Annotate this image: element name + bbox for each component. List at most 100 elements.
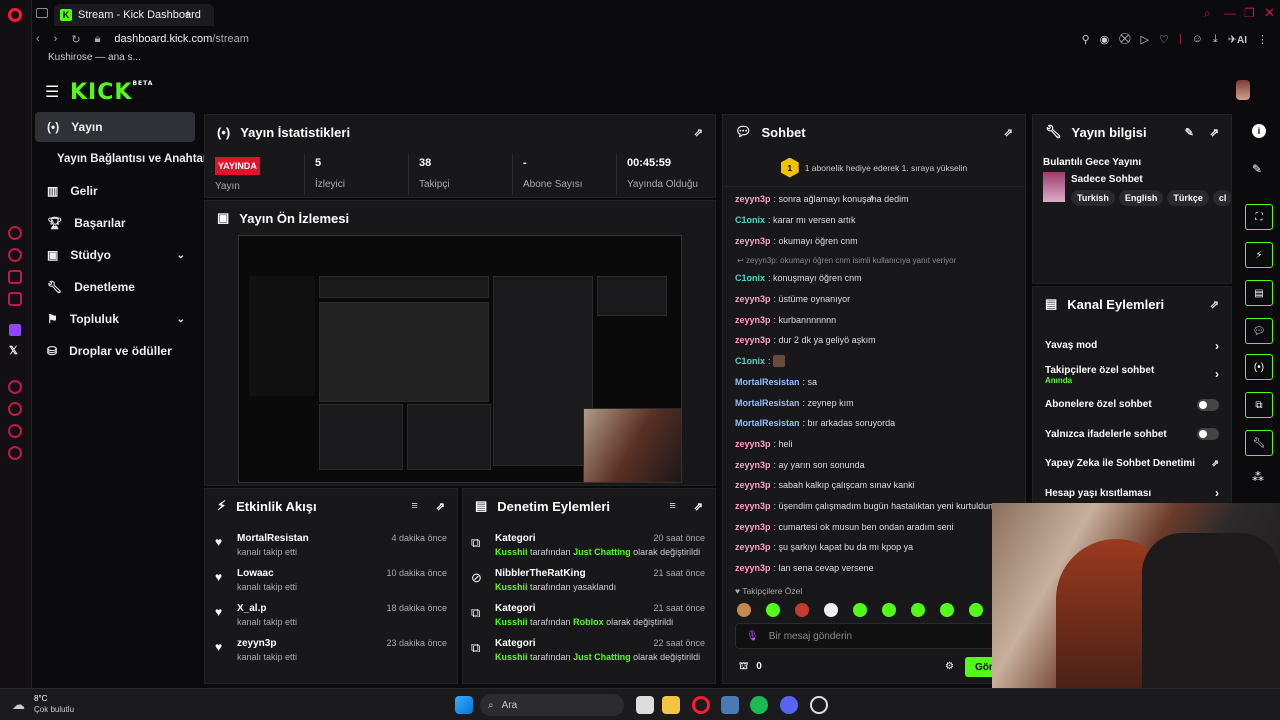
chat-username[interactable]: zeyyn3p <box>735 542 771 552</box>
download-icon[interactable]: ⤓ <box>1213 33 1218 46</box>
sidebar-app-icon[interactable] <box>8 226 22 240</box>
emote-icon[interactable] <box>766 603 780 617</box>
ai-moderation-row[interactable]: Yapay Zeka ile Sohbet Denetimi ⇗ <box>1033 449 1231 479</box>
filter-icon[interactable]: ≡ <box>411 500 417 512</box>
emote-icon[interactable] <box>969 603 983 617</box>
back-icon[interactable]: ‹ <box>36 33 40 45</box>
chat-username[interactable]: zeyyn3p <box>735 294 771 304</box>
emote-icon[interactable] <box>824 603 838 617</box>
chat-input[interactable]: 🎙︎ Bir mesaj gönderin <box>735 623 1019 649</box>
popout-icon[interactable]: ⇗ <box>1210 298 1219 311</box>
task-view-icon[interactable] <box>636 696 654 714</box>
opera-icon[interactable] <box>692 696 710 714</box>
followers-only-row[interactable]: Takipçilere özel sohbet Anında › <box>1033 361 1231 391</box>
gift-leaderboard-banner[interactable]: 1 1 abonelik hediye ederek 1. sıraya yük… <box>723 149 1025 187</box>
app-icon[interactable] <box>721 696 739 714</box>
new-tab-button[interactable]: + <box>184 6 192 21</box>
stream-preview-video[interactable] <box>238 235 682 483</box>
avatar[interactable] <box>1236 80 1250 100</box>
minimize-button[interactable]: — <box>1224 6 1236 20</box>
reload-icon[interactable]: ↻ <box>71 33 80 46</box>
host-button[interactable]: (•) <box>1245 354 1273 380</box>
weather-desc[interactable]: Çok bulutlu <box>34 705 74 714</box>
edit-icon[interactable]: ✎ <box>1252 162 1262 176</box>
chat-username[interactable]: C1onix <box>735 273 765 283</box>
adblock-icon[interactable]: ⛒ <box>1119 33 1130 46</box>
emote-icon[interactable] <box>911 603 925 617</box>
account-icon[interactable]: ☺ <box>1192 33 1203 46</box>
settings-icon[interactable] <box>8 446 22 460</box>
sidebar-app-icon[interactable] <box>8 380 22 394</box>
chat-username[interactable]: zeyyn3p <box>735 501 771 511</box>
sidebar-app-icon[interactable] <box>8 292 22 306</box>
chat-username[interactable]: zeyyn3p <box>735 439 771 449</box>
mod-tools-button[interactable]: 🔧︎ <box>1245 430 1273 456</box>
chat-username[interactable]: zeyyn3p <box>735 563 771 573</box>
channel-points[interactable]: ⛫ 0 <box>739 661 762 674</box>
bookmark-item[interactable]: Kushirose — ana s... <box>48 52 141 63</box>
info-icon[interactable]: i <box>1252 124 1266 138</box>
popout-icon[interactable]: ⇗ <box>1004 126 1013 139</box>
sidebar-item-drops[interactable]: ⛁ Droplar ve ödüller <box>35 336 195 366</box>
play-icon[interactable]: ▷ <box>1140 33 1148 46</box>
discord-icon[interactable] <box>780 696 798 714</box>
twitch-icon[interactable] <box>9 324 21 336</box>
filter-icon[interactable]: ≡ <box>669 500 675 512</box>
sidebar-item-revenue[interactable]: ▥ Gelir <box>35 176 195 206</box>
sidebar-item-community[interactable]: ⚑ Topluluk ⌄ <box>35 304 195 334</box>
emote-only-toggle[interactable] <box>1197 428 1219 441</box>
sidebar-item-moderation[interactable]: 🔧︎ Denetleme <box>35 272 195 302</box>
sidebar-app-icon[interactable] <box>8 270 22 284</box>
edit-icon[interactable]: ✎ <box>1185 126 1194 139</box>
pin-icon[interactable]: ⚲ <box>1082 33 1090 46</box>
prediction-button[interactable]: ⧉ <box>1245 392 1273 418</box>
search-tabs-icon[interactable]: ⌕ <box>1204 6 1211 21</box>
sidebar-item-stream-key[interactable]: Yayın Bağlantısı ve Anahtarı <box>35 144 211 174</box>
heart-icon[interactable]: ♡ <box>1159 33 1169 46</box>
popout-icon[interactable]: ⇗ <box>694 126 703 139</box>
aria-ai-button[interactable]: ✈AI <box>1228 33 1247 46</box>
weather-temp[interactable]: 8°C <box>34 694 47 703</box>
history-icon[interactable] <box>8 402 22 416</box>
emote-icon[interactable] <box>940 603 954 617</box>
tab-strip-icon[interactable] <box>36 8 48 18</box>
pinned-toggle-icon[interactable]: ⩡ <box>869 193 875 204</box>
close-window-button[interactable]: ✕ <box>1264 5 1275 21</box>
subscribers-only-toggle[interactable] <box>1197 398 1219 411</box>
chat-username[interactable]: C1onix <box>735 215 765 225</box>
chat-username[interactable]: MortalResistan <box>735 377 800 387</box>
chat-settings-icon[interactable]: ⚙ <box>945 661 954 672</box>
taskbar-search[interactable]: ⌕ Ara <box>480 694 624 716</box>
popout-icon[interactable]: ⇗ <box>694 500 703 513</box>
kick-logo[interactable]: KICKBETA <box>70 80 153 105</box>
mod-actor[interactable]: Kusshii <box>495 617 528 627</box>
opera-logo-icon[interactable] <box>8 8 22 22</box>
obs-icon[interactable] <box>810 696 828 714</box>
sidebar-app-icon[interactable] <box>8 424 22 438</box>
slow-mode-row[interactable]: Yavaş mod › <box>1033 331 1231 361</box>
poll-button[interactable]: ▤ <box>1245 280 1273 306</box>
clip-button[interactable]: ⛶ <box>1245 204 1273 230</box>
forward-icon[interactable]: › <box>54 33 58 45</box>
chat-username[interactable]: zeyyn3p <box>735 460 771 470</box>
hamburger-menu-icon[interactable]: ☰ <box>45 82 59 102</box>
chat-username[interactable]: zeyyn3p <box>735 335 771 345</box>
chat-username[interactable]: zeyyn3p <box>735 480 771 490</box>
spotify-icon[interactable] <box>750 696 768 714</box>
camera-icon[interactable]: ◉ <box>1100 33 1110 46</box>
mod-actor[interactable]: Kusshii <box>495 582 528 592</box>
maximize-button[interactable]: ❐ <box>1244 6 1255 20</box>
chat-username[interactable]: zeyyn3p <box>735 236 771 246</box>
mod-actor[interactable]: Kusshii <box>495 652 528 662</box>
mic-icon[interactable]: 🎙︎ <box>746 631 759 642</box>
url-field[interactable]: dashboard.kick.com/stream <box>114 33 249 45</box>
popout-icon[interactable]: ⇗ <box>436 500 445 513</box>
x-icon[interactable]: 𝕏 <box>9 344 18 357</box>
sidebar-item-stream[interactable]: (•) Yayın <box>35 112 195 142</box>
popout-icon[interactable]: ⇗ <box>1210 126 1219 139</box>
emote-icon[interactable] <box>795 603 809 617</box>
sidebar-item-studio[interactable]: ▣ Stüdyo ⌄ <box>35 240 195 270</box>
sidebar-item-achievements[interactable]: 🏆︎ Başarılar <box>35 208 195 238</box>
raid-button[interactable]: ⚡︎ <box>1245 242 1273 268</box>
chat-username[interactable]: C1onix <box>735 356 765 366</box>
